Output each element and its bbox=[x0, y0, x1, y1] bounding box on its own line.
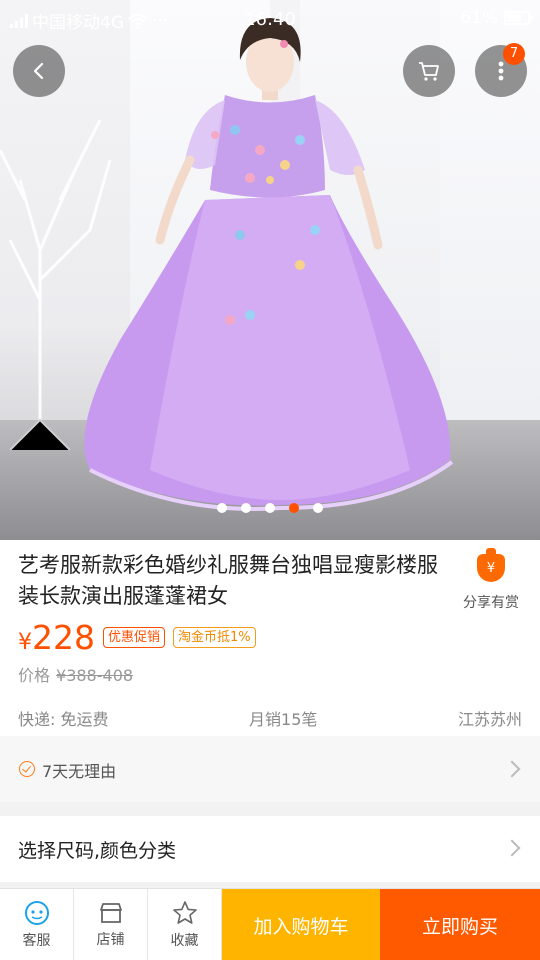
monthly-sales: 月销15笔 bbox=[249, 710, 318, 729]
message-count-badge: 7 bbox=[503, 43, 525, 65]
product-info: 艺考服新款彩色婚纱礼服舞台独唱显瘦影楼服装长款演出服蓬蓬裙女 ¥ 分享有赏 ¥2… bbox=[0, 540, 540, 736]
guarantee-row[interactable]: 7天无理由 bbox=[0, 736, 540, 802]
sku-selector-label: 选择尺码,颜色分类 bbox=[18, 840, 177, 862]
customer-service-button[interactable]: 客服 bbox=[0, 889, 74, 960]
original-price-value: ¥388-408 bbox=[56, 666, 134, 685]
shop-icon bbox=[99, 903, 122, 923]
original-price: 价格 ¥388-408 bbox=[18, 662, 133, 686]
shipping-info: 快递: 免运费 bbox=[18, 710, 109, 729]
bottom-action-bar: 客服 店铺 收藏 加入购物车 立即购买 bbox=[0, 888, 540, 960]
favorite-label: 收藏 bbox=[170, 933, 199, 949]
dress-illustration bbox=[0, 18, 454, 511]
favorite-button[interactable]: 收藏 bbox=[148, 889, 222, 960]
buy-now-button[interactable]: 立即购买 bbox=[380, 889, 540, 960]
share-reward-button[interactable]: ¥ 分享有赏 bbox=[455, 548, 527, 612]
add-to-cart-button[interactable]: 加入购物车 bbox=[222, 889, 380, 960]
carousel-dot[interactable] bbox=[265, 503, 275, 513]
carousel-dot[interactable] bbox=[241, 503, 251, 513]
price-value: 228 bbox=[32, 618, 95, 657]
check-circle-icon bbox=[19, 761, 35, 777]
clock: 16:40 bbox=[244, 9, 296, 30]
status-bar: 中国移动4G ··· 16:40 61% bbox=[0, 0, 540, 38]
more-button[interactable]: 7 bbox=[475, 43, 527, 97]
service-label: 客服 bbox=[22, 933, 51, 949]
currency-symbol: ¥ bbox=[18, 630, 32, 655]
battery-percent: 61% bbox=[460, 8, 498, 28]
back-arrow-icon bbox=[33, 62, 44, 80]
more-icon bbox=[498, 61, 504, 81]
shop-label: 店铺 bbox=[96, 932, 125, 948]
shop-button[interactable]: 店铺 bbox=[74, 889, 148, 960]
product-meta: 快递: 免运费 月销15笔 江苏苏州 bbox=[18, 706, 522, 730]
cart-icon bbox=[419, 62, 439, 81]
chevron-right-icon bbox=[503, 839, 521, 857]
current-price: ¥228 bbox=[18, 618, 95, 657]
carousel-dot-active[interactable] bbox=[289, 503, 299, 513]
chevron-right-icon bbox=[503, 760, 521, 778]
original-price-label: 价格 bbox=[18, 666, 51, 685]
carousel-indicator bbox=[0, 503, 540, 513]
share-label: 分享有赏 bbox=[463, 595, 519, 611]
back-button[interactable] bbox=[13, 45, 65, 97]
battery-icon bbox=[504, 11, 533, 25]
product-image-gallery[interactable] bbox=[0, 0, 540, 540]
star-icon bbox=[172, 901, 197, 924]
carousel-dot[interactable] bbox=[217, 503, 227, 513]
share-bag-icon: ¥ bbox=[477, 548, 505, 582]
cart-button[interactable] bbox=[403, 45, 455, 97]
service-icon bbox=[24, 901, 49, 925]
promo-tag: 优惠促销 bbox=[103, 627, 166, 648]
product-title: 艺考服新款彩色婚纱礼服舞台独唱显瘦影楼服装长款演出服蓬蓬裙女 bbox=[18, 553, 438, 608]
sku-selector-row[interactable]: 选择尺码,颜色分类 bbox=[0, 816, 540, 882]
coin-tag: 淘金币抵1% bbox=[173, 627, 256, 648]
carousel-dot[interactable] bbox=[313, 503, 323, 513]
ship-location: 江苏苏州 bbox=[457, 710, 522, 729]
guarantee-text: 7天无理由 bbox=[42, 762, 117, 781]
